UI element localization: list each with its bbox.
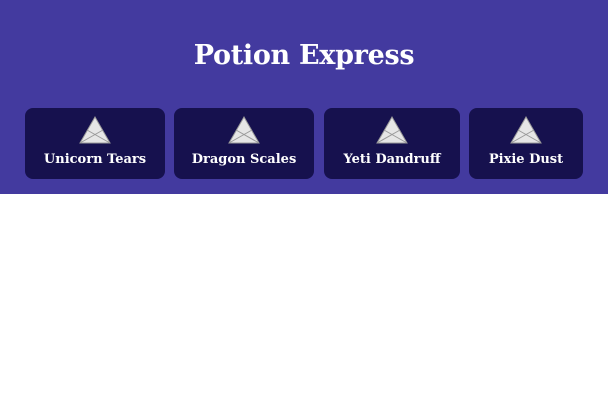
product-card-unicorn-tears[interactable]: Unicorn Tears <box>25 108 165 179</box>
product-label: Yeti Dandruff <box>343 152 441 167</box>
product-label: Unicorn Tears <box>43 152 147 167</box>
page-title: Potion Express <box>193 40 415 71</box>
product-card-pixie-dust[interactable]: Pixie Dust <box>469 108 583 179</box>
header-banner: Potion Express Unicorn Tears Dragon Scal… <box>0 0 608 194</box>
broken-image-icon <box>376 116 408 144</box>
product-card-dragon-scales[interactable]: Dragon Scales <box>174 108 314 179</box>
broken-image-icon <box>79 116 111 144</box>
product-label: Dragon Scales <box>191 152 297 167</box>
broken-image-icon <box>228 116 260 144</box>
product-label: Pixie Dust <box>488 152 564 167</box>
product-card-yeti-dandruff[interactable]: Yeti Dandruff <box>324 108 460 179</box>
broken-image-icon <box>510 116 542 144</box>
